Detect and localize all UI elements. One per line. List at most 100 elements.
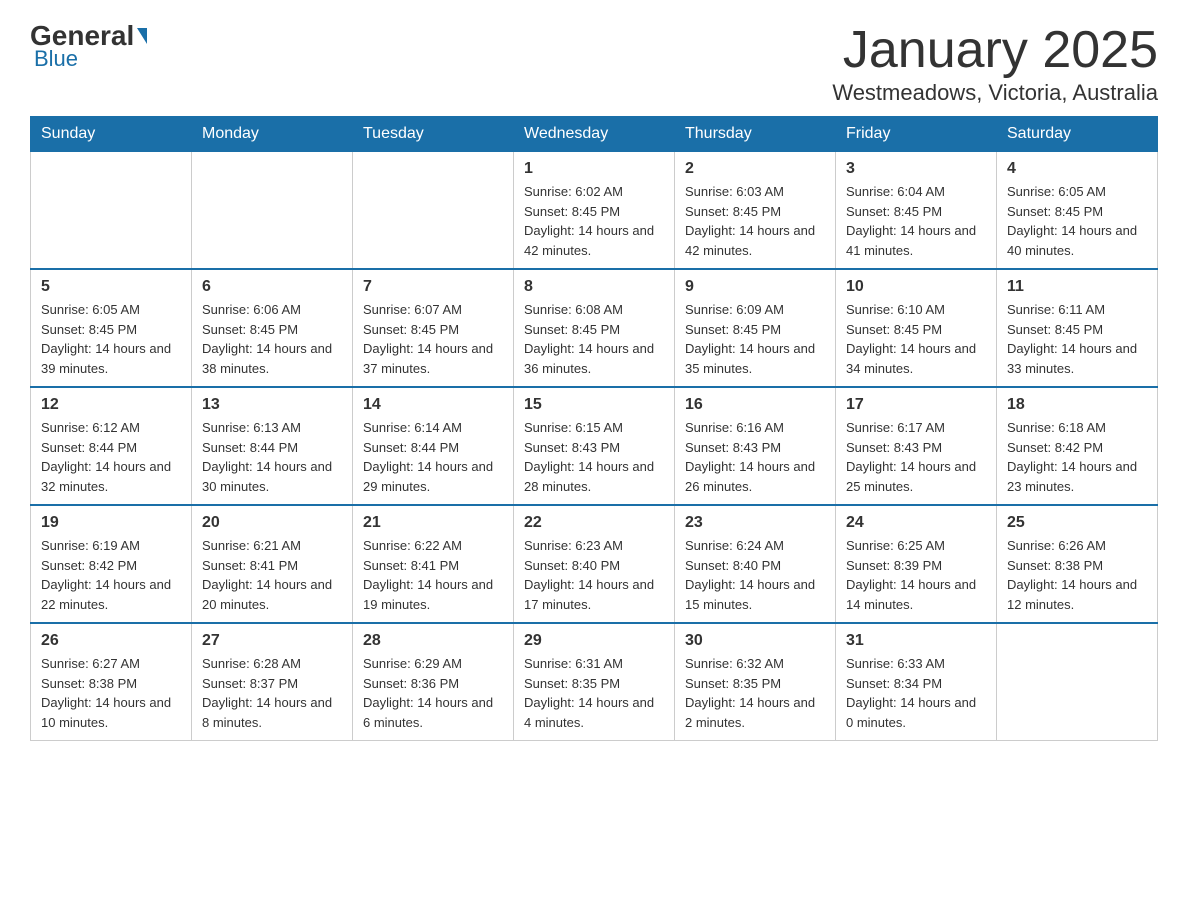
calendar-cell: 7 Sunrise: 6:07 AMSunset: 8:45 PMDaylight… (353, 269, 514, 387)
day-info: Sunrise: 6:08 AMSunset: 8:45 PMDaylight:… (524, 300, 664, 378)
day-number: 31 (846, 632, 986, 650)
day-info: Sunrise: 6:05 AMSunset: 8:45 PMDaylight:… (1007, 182, 1147, 260)
day-info: Sunrise: 6:31 AMSunset: 8:35 PMDaylight:… (524, 654, 664, 732)
day-number: 21 (363, 514, 503, 532)
col-thursday: Thursday (675, 117, 836, 152)
day-number: 28 (363, 632, 503, 650)
calendar-cell: 12 Sunrise: 6:12 AMSunset: 8:44 PMDayligh… (31, 387, 192, 505)
day-number: 13 (202, 396, 342, 414)
day-number: 27 (202, 632, 342, 650)
calendar-cell: 15Sunrise: 6:15 AMSunset: 8:43 PMDayligh… (514, 387, 675, 505)
day-number: 20 (202, 514, 342, 532)
calendar-cell: 25 Sunrise: 6:26 AMSunset: 8:38 PMDayligh… (997, 505, 1158, 623)
calendar-cell: 31 Sunrise: 6:33 AMSunset: 8:34 PMDayligh… (836, 623, 997, 741)
logo-blue: Blue (34, 46, 78, 71)
day-number: 10 (846, 278, 986, 296)
day-number: 7 (363, 278, 503, 296)
calendar-cell (353, 152, 514, 270)
day-info: Sunrise: 6:13 AMSunset: 8:44 PMDaylight:… (202, 418, 342, 496)
calendar-cell: 8Sunrise: 6:08 AMSunset: 8:45 PMDaylight… (514, 269, 675, 387)
day-info: Sunrise: 6:10 AMSunset: 8:45 PMDaylight:… (846, 300, 986, 378)
day-number: 30 (685, 632, 825, 650)
col-friday: Friday (836, 117, 997, 152)
calendar-cell: 6Sunrise: 6:06 AMSunset: 8:45 PMDaylight… (192, 269, 353, 387)
calendar-cell (192, 152, 353, 270)
day-info: Sunrise: 6:15 AMSunset: 8:43 PMDaylight:… (524, 418, 664, 496)
calendar-week-row: 5 Sunrise: 6:05 AMSunset: 8:45 PMDaylight… (31, 269, 1158, 387)
day-info: Sunrise: 6:06 AMSunset: 8:45 PMDaylight:… (202, 300, 342, 378)
location: Westmeadows, Victoria, Australia (832, 80, 1158, 106)
day-number: 11 (1007, 278, 1147, 296)
day-number: 1 (524, 160, 664, 178)
day-number: 25 (1007, 514, 1147, 532)
col-sunday: Sunday (31, 117, 192, 152)
calendar-cell: 30 Sunrise: 6:32 AMSunset: 8:35 PMDayligh… (675, 623, 836, 741)
page-header: General Blue January 2025 Westmeadows, V… (30, 20, 1158, 106)
calendar-header-row: Sunday Monday Tuesday Wednesday Thursday… (31, 117, 1158, 152)
calendar-cell: 21Sunrise: 6:22 AMSunset: 8:41 PMDayligh… (353, 505, 514, 623)
calendar-cell (997, 623, 1158, 741)
calendar-cell: 23 Sunrise: 6:24 AMSunset: 8:40 PMDayligh… (675, 505, 836, 623)
day-number: 18 (1007, 396, 1147, 414)
day-info: Sunrise: 6:07 AMSunset: 8:45 PMDaylight:… (363, 300, 503, 378)
day-number: 22 (524, 514, 664, 532)
day-info: Sunrise: 6:19 AMSunset: 8:42 PMDaylight:… (41, 536, 181, 614)
day-number: 16 (685, 396, 825, 414)
day-info: Sunrise: 6:09 AMSunset: 8:45 PMDaylight:… (685, 300, 825, 378)
calendar-cell: 29Sunrise: 6:31 AMSunset: 8:35 PMDayligh… (514, 623, 675, 741)
day-info: Sunrise: 6:04 AMSunset: 8:45 PMDaylight:… (846, 182, 986, 260)
calendar-cell: 17 Sunrise: 6:17 AMSunset: 8:43 PMDayligh… (836, 387, 997, 505)
day-info: Sunrise: 6:17 AMSunset: 8:43 PMDaylight:… (846, 418, 986, 496)
day-number: 23 (685, 514, 825, 532)
calendar-cell: 11 Sunrise: 6:11 AMSunset: 8:45 PMDayligh… (997, 269, 1158, 387)
calendar-cell: 5 Sunrise: 6:05 AMSunset: 8:45 PMDaylight… (31, 269, 192, 387)
calendar-table: Sunday Monday Tuesday Wednesday Thursday… (30, 116, 1158, 741)
calendar-cell: 13 Sunrise: 6:13 AMSunset: 8:44 PMDayligh… (192, 387, 353, 505)
day-info: Sunrise: 6:26 AMSunset: 8:38 PMDaylight:… (1007, 536, 1147, 614)
day-number: 17 (846, 396, 986, 414)
day-number: 2 (685, 160, 825, 178)
calendar-week-row: 26Sunrise: 6:27 AMSunset: 8:38 PMDayligh… (31, 623, 1158, 741)
day-info: Sunrise: 6:05 AMSunset: 8:45 PMDaylight:… (41, 300, 181, 378)
day-info: Sunrise: 6:33 AMSunset: 8:34 PMDaylight:… (846, 654, 986, 732)
day-info: Sunrise: 6:12 AMSunset: 8:44 PMDaylight:… (41, 418, 181, 496)
calendar-cell: 18 Sunrise: 6:18 AMSunset: 8:42 PMDayligh… (997, 387, 1158, 505)
day-info: Sunrise: 6:16 AMSunset: 8:43 PMDaylight:… (685, 418, 825, 496)
calendar-week-row: 19Sunrise: 6:19 AMSunset: 8:42 PMDayligh… (31, 505, 1158, 623)
calendar-cell: 28 Sunrise: 6:29 AMSunset: 8:36 PMDayligh… (353, 623, 514, 741)
day-info: Sunrise: 6:29 AMSunset: 8:36 PMDaylight:… (363, 654, 503, 732)
month-title: January 2025 (832, 20, 1158, 80)
calendar-cell: 1 Sunrise: 6:02 AMSunset: 8:45 PMDaylight… (514, 152, 675, 270)
calendar-cell: 4 Sunrise: 6:05 AMSunset: 8:45 PMDaylight… (997, 152, 1158, 270)
day-info: Sunrise: 6:24 AMSunset: 8:40 PMDaylight:… (685, 536, 825, 614)
day-number: 12 (41, 396, 181, 414)
day-info: Sunrise: 6:28 AMSunset: 8:37 PMDaylight:… (202, 654, 342, 732)
day-info: Sunrise: 6:03 AMSunset: 8:45 PMDaylight:… (685, 182, 825, 260)
calendar-cell: 14 Sunrise: 6:14 AMSunset: 8:44 PMDayligh… (353, 387, 514, 505)
logo-triangle-icon (137, 28, 147, 44)
day-info: Sunrise: 6:02 AMSunset: 8:45 PMDaylight:… (524, 182, 664, 260)
col-tuesday: Tuesday (353, 117, 514, 152)
calendar-week-row: 1 Sunrise: 6:02 AMSunset: 8:45 PMDaylight… (31, 152, 1158, 270)
day-number: 14 (363, 396, 503, 414)
day-info: Sunrise: 6:25 AMSunset: 8:39 PMDaylight:… (846, 536, 986, 614)
calendar-cell: 22Sunrise: 6:23 AMSunset: 8:40 PMDayligh… (514, 505, 675, 623)
calendar-cell: 26Sunrise: 6:27 AMSunset: 8:38 PMDayligh… (31, 623, 192, 741)
day-info: Sunrise: 6:14 AMSunset: 8:44 PMDaylight:… (363, 418, 503, 496)
day-number: 4 (1007, 160, 1147, 178)
calendar-cell: 24Sunrise: 6:25 AMSunset: 8:39 PMDayligh… (836, 505, 997, 623)
calendar-cell: 19Sunrise: 6:19 AMSunset: 8:42 PMDayligh… (31, 505, 192, 623)
day-number: 5 (41, 278, 181, 296)
col-wednesday: Wednesday (514, 117, 675, 152)
day-number: 9 (685, 278, 825, 296)
col-monday: Monday (192, 117, 353, 152)
day-info: Sunrise: 6:27 AMSunset: 8:38 PMDaylight:… (41, 654, 181, 732)
day-info: Sunrise: 6:32 AMSunset: 8:35 PMDaylight:… (685, 654, 825, 732)
calendar-cell: 16 Sunrise: 6:16 AMSunset: 8:43 PMDayligh… (675, 387, 836, 505)
col-saturday: Saturday (997, 117, 1158, 152)
calendar-cell (31, 152, 192, 270)
day-number: 3 (846, 160, 986, 178)
day-info: Sunrise: 6:11 AMSunset: 8:45 PMDaylight:… (1007, 300, 1147, 378)
calendar-cell: 10 Sunrise: 6:10 AMSunset: 8:45 PMDayligh… (836, 269, 997, 387)
day-info: Sunrise: 6:18 AMSunset: 8:42 PMDaylight:… (1007, 418, 1147, 496)
